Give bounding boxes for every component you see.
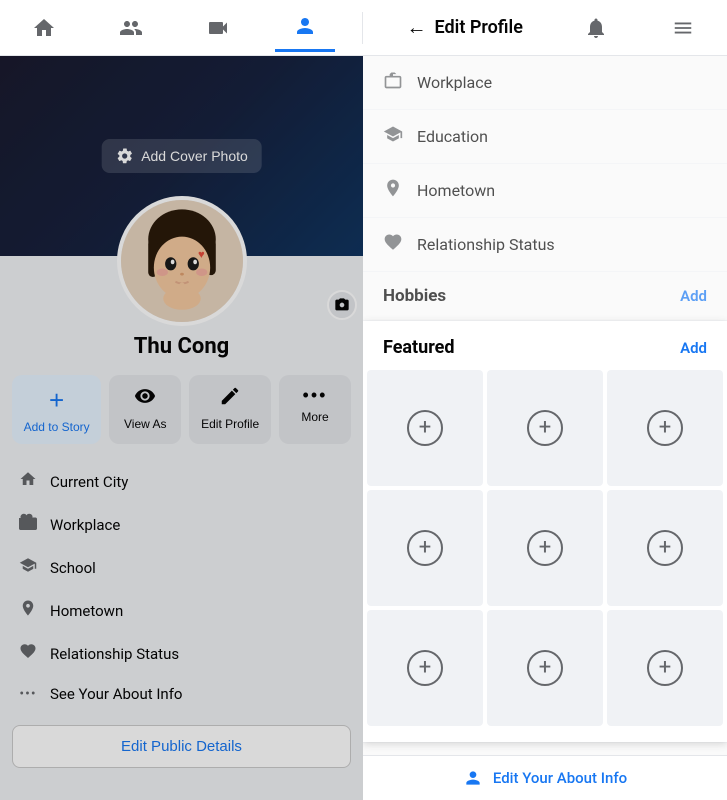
avatar-section: ♥ bbox=[0, 196, 363, 326]
info-see-about[interactable]: ••• See Your About Info bbox=[12, 675, 351, 713]
edit-profile-title: Edit Profile bbox=[435, 17, 523, 38]
back-arrow-icon[interactable]: ← bbox=[407, 15, 427, 40]
relationship-text: Relationship Status bbox=[50, 645, 179, 663]
right-hometown-icon bbox=[383, 178, 403, 203]
hobbies-title: Hobbies bbox=[383, 286, 446, 306]
featured-add-button[interactable]: Add bbox=[680, 339, 707, 357]
right-hometown[interactable]: Hometown bbox=[363, 164, 727, 218]
info-current-city[interactable]: Current City bbox=[12, 460, 351, 503]
featured-cell-3[interactable]: + bbox=[607, 370, 723, 486]
info-list: Current City Workplace School Hometown bbox=[0, 460, 363, 713]
right-relationship-icon bbox=[383, 232, 403, 257]
info-relationship[interactable]: Relationship Status bbox=[12, 632, 351, 675]
nav-watch[interactable] bbox=[188, 4, 248, 52]
current-city-icon bbox=[16, 470, 40, 493]
nav-profile[interactable] bbox=[275, 4, 335, 52]
school-icon bbox=[16, 556, 40, 579]
featured-add-circle-8: + bbox=[527, 650, 563, 686]
right-workplace-icon bbox=[383, 70, 403, 95]
see-about-text: See Your About Info bbox=[50, 685, 183, 703]
hobbies-add-button[interactable]: Add bbox=[680, 287, 707, 305]
edit-about-info-bar[interactable]: Edit Your About Info bbox=[363, 755, 727, 800]
featured-add-circle-1: + bbox=[407, 410, 443, 446]
edit-public-details-button[interactable]: Edit Public Details bbox=[12, 725, 351, 768]
current-city-text: Current City bbox=[50, 473, 128, 491]
add-to-story-label: Add to Story bbox=[24, 420, 90, 434]
relationship-icon bbox=[16, 642, 40, 665]
hometown-text: Hometown bbox=[50, 602, 123, 620]
featured-add-circle-7: + bbox=[407, 650, 443, 686]
featured-section: Featured Add + + + + + bbox=[363, 321, 727, 742]
featured-add-circle-3: + bbox=[647, 410, 683, 446]
workplace-icon bbox=[16, 513, 40, 536]
featured-cell-9[interactable]: + bbox=[607, 610, 723, 726]
featured-cell-8[interactable]: + bbox=[487, 610, 603, 726]
featured-cell-2[interactable]: + bbox=[487, 370, 603, 486]
right-relationship-text: Relationship Status bbox=[417, 235, 555, 254]
featured-add-circle-4: + bbox=[407, 530, 443, 566]
school-text: School bbox=[50, 559, 96, 577]
hobbies-section: Hobbies Add bbox=[363, 272, 727, 321]
featured-add-circle-9: + bbox=[647, 650, 683, 686]
featured-cell-7[interactable]: + bbox=[367, 610, 483, 726]
more-icon: ••• bbox=[303, 385, 328, 406]
edit-profile-icon bbox=[219, 385, 241, 413]
profile-name: Thu Cong bbox=[0, 334, 363, 359]
featured-header: Featured Add bbox=[363, 321, 727, 370]
workplace-text: Workplace bbox=[50, 516, 120, 534]
featured-add-circle-2: + bbox=[527, 410, 563, 446]
add-cover-photo-button[interactable]: Add Cover Photo bbox=[101, 139, 262, 173]
main-layout: Add Cover Photo bbox=[0, 56, 727, 800]
featured-title: Featured bbox=[383, 337, 455, 358]
featured-cell-1[interactable]: + bbox=[367, 370, 483, 486]
edit-profile-button[interactable]: Edit Profile bbox=[189, 375, 271, 444]
featured-grid: + + + + + + + bbox=[363, 370, 727, 742]
camera-badge-icon[interactable] bbox=[327, 290, 357, 320]
nav-home[interactable] bbox=[14, 4, 74, 52]
view-as-label: View As bbox=[124, 417, 166, 431]
edit-about-icon bbox=[463, 768, 483, 788]
add-cover-label: Add Cover Photo bbox=[141, 148, 248, 164]
featured-cell-4[interactable]: + bbox=[367, 490, 483, 606]
info-school[interactable]: School bbox=[12, 546, 351, 589]
info-hometown[interactable]: Hometown bbox=[12, 589, 351, 632]
right-workplace-text: Workplace bbox=[417, 73, 492, 92]
more-label: More bbox=[301, 410, 328, 424]
right-education[interactable]: Education bbox=[363, 110, 727, 164]
hometown-icon bbox=[16, 599, 40, 622]
right-hometown-text: Hometown bbox=[417, 181, 495, 200]
right-education-text: Education bbox=[417, 127, 488, 146]
edit-profile-header: ← Edit Profile bbox=[391, 15, 539, 40]
svg-text:♥: ♥ bbox=[197, 248, 204, 261]
nav-friends[interactable] bbox=[101, 4, 161, 52]
top-navigation: ← Edit Profile bbox=[0, 0, 727, 56]
nav-menu[interactable] bbox=[653, 4, 713, 52]
action-buttons: + Add to Story View As Edit Profile ••• … bbox=[0, 375, 363, 444]
see-about-icon: ••• bbox=[16, 686, 40, 702]
right-workplace[interactable]: Workplace bbox=[363, 56, 727, 110]
left-panel: Add Cover Photo bbox=[0, 56, 363, 800]
above-items: Workplace Education Hometown Relationshi… bbox=[363, 56, 727, 272]
add-to-story-button[interactable]: + Add to Story bbox=[12, 375, 101, 444]
featured-cell-5[interactable]: + bbox=[487, 490, 603, 606]
edit-about-text: Edit Your About Info bbox=[493, 769, 627, 787]
avatar: ♥ bbox=[117, 196, 247, 326]
view-as-icon bbox=[134, 385, 156, 413]
featured-add-circle-5: + bbox=[527, 530, 563, 566]
right-panel: Workplace Education Hometown Relationshi… bbox=[363, 56, 727, 800]
nav-bell[interactable] bbox=[566, 4, 626, 52]
featured-add-circle-6: + bbox=[647, 530, 683, 566]
info-workplace[interactable]: Workplace bbox=[12, 503, 351, 546]
edit-profile-label: Edit Profile bbox=[201, 417, 259, 431]
more-button[interactable]: ••• More bbox=[279, 375, 351, 444]
view-as-button[interactable]: View As bbox=[109, 375, 181, 444]
right-relationship[interactable]: Relationship Status bbox=[363, 218, 727, 272]
add-story-icon: + bbox=[49, 385, 64, 416]
featured-cell-6[interactable]: + bbox=[607, 490, 723, 606]
right-education-icon bbox=[383, 124, 403, 149]
